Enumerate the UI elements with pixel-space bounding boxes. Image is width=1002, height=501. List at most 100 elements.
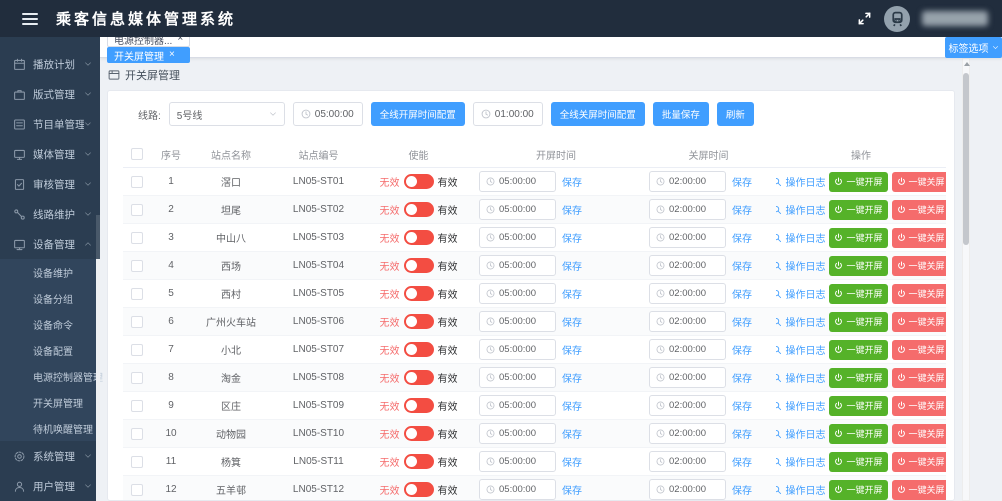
one-key-open-button[interactable]: 一键开屏	[829, 368, 887, 388]
operation-log-link[interactable]: 操作日志	[776, 426, 825, 441]
row-checkbox[interactable]	[131, 484, 143, 496]
close-time-input[interactable]: 02:00:00	[649, 171, 726, 192]
save-open-time-link[interactable]: 保存	[562, 454, 582, 469]
save-close-time-link[interactable]: 保存	[732, 314, 752, 329]
all-open-config-button[interactable]: 全线开屏时间配置	[371, 102, 465, 126]
row-checkbox[interactable]	[131, 316, 143, 328]
sidebar-scrollbar-thumb[interactable]	[96, 215, 100, 259]
row-checkbox[interactable]	[131, 260, 143, 272]
save-open-time-link[interactable]: 保存	[562, 342, 582, 357]
open-time-input[interactable]: 05:00:00	[479, 171, 556, 192]
sidebar-item-2[interactable]: 节目单管理	[0, 109, 100, 139]
operation-log-link[interactable]: 操作日志	[776, 286, 825, 301]
enable-toggle[interactable]	[404, 426, 434, 441]
open-time-input[interactable]: 05:00:00	[479, 451, 556, 472]
save-open-time-link[interactable]: 保存	[562, 258, 582, 273]
close-time-input[interactable]: 02:00:00	[649, 479, 726, 500]
one-key-open-button[interactable]: 一键开屏	[829, 480, 887, 500]
save-close-time-link[interactable]: 保存	[732, 174, 752, 189]
all-close-config-button[interactable]: 全线关屏时间配置	[551, 102, 645, 126]
close-time-input[interactable]: 02:00:00	[649, 367, 726, 388]
sidebar-subitem[interactable]: 开关屏管理	[0, 389, 100, 415]
one-key-open-button[interactable]: 一键开屏	[829, 256, 887, 276]
one-key-open-button[interactable]: 一键开屏	[829, 172, 887, 192]
fullscreen-icon[interactable]	[857, 11, 872, 26]
enable-toggle[interactable]	[404, 286, 434, 301]
tab-1[interactable]: 开关屏管理 ×	[107, 47, 190, 63]
operation-log-link[interactable]: 操作日志	[776, 258, 825, 273]
enable-toggle[interactable]	[404, 398, 434, 413]
one-key-open-button[interactable]: 一键开屏	[829, 228, 887, 248]
save-open-time-link[interactable]: 保存	[562, 174, 582, 189]
enable-toggle[interactable]	[404, 230, 434, 245]
enable-toggle[interactable]	[404, 370, 434, 385]
one-key-open-button[interactable]: 一键开屏	[829, 396, 887, 416]
sidebar-subitem[interactable]: 设备命令	[0, 311, 100, 337]
operation-log-link[interactable]: 操作日志	[776, 174, 825, 189]
page-scrollbar[interactable]	[962, 58, 970, 501]
one-key-close-button[interactable]: 一键关屏	[892, 256, 947, 276]
operation-log-link[interactable]: 操作日志	[776, 398, 825, 413]
save-open-time-link[interactable]: 保存	[562, 202, 582, 217]
hamburger-icon[interactable]	[22, 13, 38, 25]
open-time-input[interactable]: 05:00:00	[479, 479, 556, 500]
one-key-close-button[interactable]: 一键关屏	[892, 172, 947, 192]
scrollbar-thumb[interactable]	[963, 73, 969, 245]
enable-toggle[interactable]	[404, 258, 434, 273]
operation-log-link[interactable]: 操作日志	[776, 202, 825, 217]
close-time-input[interactable]: 02:00:00	[649, 395, 726, 416]
sidebar-item-6[interactable]: 设备管理	[0, 229, 100, 259]
open-time-input[interactable]: 05:00:00	[479, 227, 556, 248]
row-checkbox[interactable]	[131, 232, 143, 244]
enable-toggle[interactable]	[404, 314, 434, 329]
batch-save-button[interactable]: 批量保存	[653, 102, 709, 126]
avatar-train-icon[interactable]	[884, 6, 910, 32]
one-key-close-button[interactable]: 一键关屏	[892, 396, 947, 416]
all-close-time-input[interactable]: 01:00:00	[473, 102, 543, 126]
save-open-time-link[interactable]: 保存	[562, 426, 582, 441]
save-open-time-link[interactable]: 保存	[562, 398, 582, 413]
close-time-input[interactable]: 02:00:00	[649, 311, 726, 332]
operation-log-link[interactable]: 操作日志	[776, 482, 825, 497]
row-checkbox[interactable]	[131, 456, 143, 468]
save-open-time-link[interactable]: 保存	[562, 286, 582, 301]
sidebar-item-4[interactable]: 审核管理	[0, 169, 100, 199]
close-time-input[interactable]: 02:00:00	[649, 199, 726, 220]
close-time-input[interactable]: 02:00:00	[649, 423, 726, 444]
one-key-close-button[interactable]: 一键关屏	[892, 228, 947, 248]
one-key-close-button[interactable]: 一键关屏	[892, 424, 947, 444]
username-redacted[interactable]	[922, 11, 988, 26]
one-key-close-button[interactable]: 一键关屏	[892, 312, 947, 332]
sidebar-item-1[interactable]: 版式管理	[0, 79, 100, 109]
close-time-input[interactable]: 02:00:00	[649, 255, 726, 276]
one-key-close-button[interactable]: 一键关屏	[892, 480, 947, 500]
select-all-checkbox[interactable]	[131, 148, 143, 160]
sidebar-subitem[interactable]: 设备配置	[0, 337, 100, 363]
open-time-input[interactable]: 05:00:00	[479, 283, 556, 304]
operation-log-link[interactable]: 操作日志	[776, 230, 825, 245]
open-time-input[interactable]: 05:00:00	[479, 199, 556, 220]
save-close-time-link[interactable]: 保存	[732, 202, 752, 217]
open-time-input[interactable]: 05:00:00	[479, 339, 556, 360]
one-key-open-button[interactable]: 一键开屏	[829, 340, 887, 360]
sidebar-item-0[interactable]: 播放计划	[0, 49, 100, 79]
save-close-time-link[interactable]: 保存	[732, 258, 752, 273]
one-key-open-button[interactable]: 一键开屏	[829, 424, 887, 444]
operation-log-link[interactable]: 操作日志	[776, 342, 825, 357]
one-key-open-button[interactable]: 一键开屏	[829, 452, 887, 472]
enable-toggle[interactable]	[404, 482, 434, 497]
save-close-time-link[interactable]: 保存	[732, 454, 752, 469]
enable-toggle[interactable]	[404, 342, 434, 357]
enable-toggle[interactable]	[404, 174, 434, 189]
row-checkbox[interactable]	[131, 372, 143, 384]
refresh-button[interactable]: 刷新	[717, 102, 754, 126]
enable-toggle[interactable]	[404, 202, 434, 217]
one-key-close-button[interactable]: 一键关屏	[892, 452, 947, 472]
operation-log-link[interactable]: 操作日志	[776, 454, 825, 469]
all-open-time-input[interactable]: 05:00:00	[293, 102, 363, 126]
sidebar-subitem[interactable]: 设备维护	[0, 259, 100, 285]
scrollbar-up-arrow[interactable]	[964, 62, 970, 66]
row-checkbox[interactable]	[131, 288, 143, 300]
row-checkbox[interactable]	[131, 176, 143, 188]
save-open-time-link[interactable]: 保存	[562, 230, 582, 245]
